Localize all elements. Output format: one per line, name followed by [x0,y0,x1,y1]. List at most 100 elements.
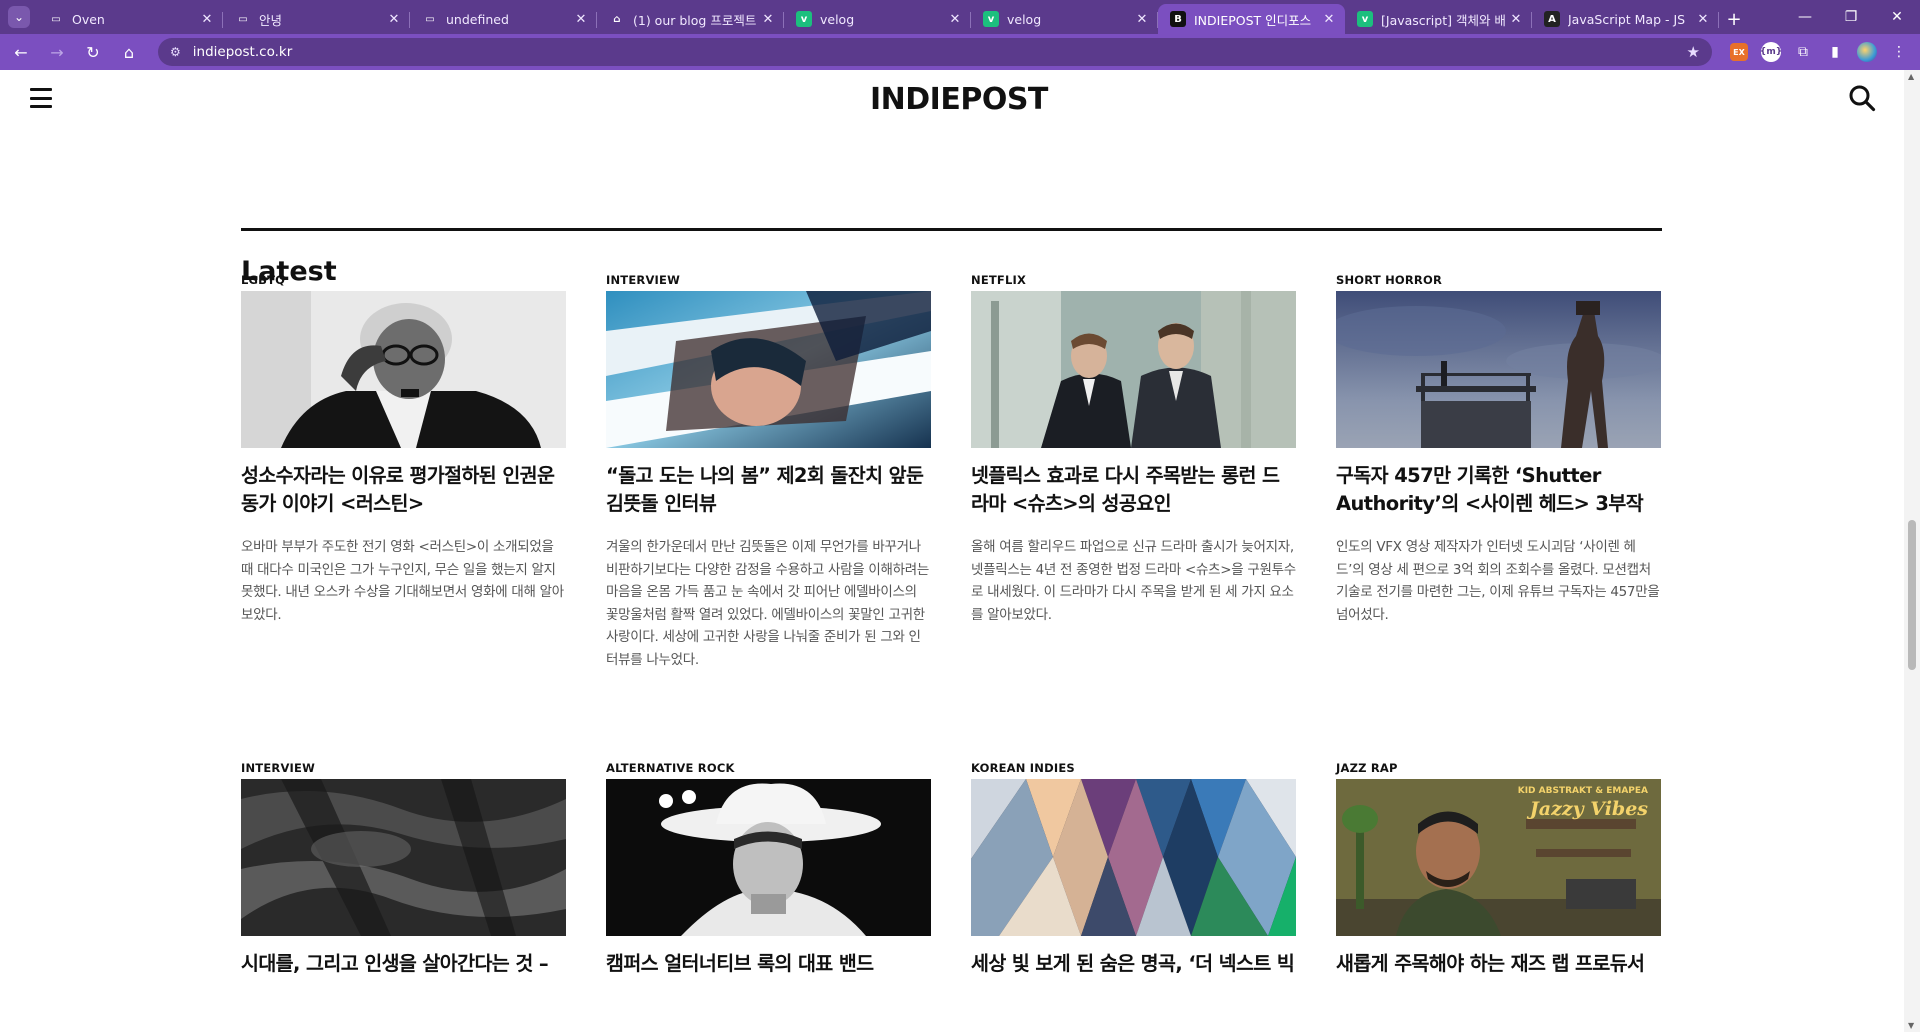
scroll-up-icon[interactable]: ▲ [1908,72,1914,81]
tab-close-icon[interactable]: ✕ [947,12,963,27]
browser-tab[interactable]: v [Javascript] 객체와 배 ✕ [1345,4,1532,34]
browser-tab[interactable]: ▭ Oven ✕ [36,4,223,34]
article-thumbnail[interactable] [1336,291,1661,448]
article-card[interactable]: ALTERNATIVE ROCK 캠퍼스 얼터너티브 록의 대표 밴드 [606,761,931,978]
tab-close-icon[interactable]: ✕ [199,12,215,27]
article-category[interactable]: SHORT HORROR [1336,273,1661,289]
article-thumbnail[interactable] [971,779,1296,936]
tab-title: undefined [446,11,509,27]
article-card[interactable]: NETFLIX 넷플릭스 효과로 다시 주목받는 롱런 드라마 <슈츠>의 성공… [971,273,1296,626]
tab-close-icon[interactable]: ✕ [1508,12,1524,27]
minimize-icon[interactable]: — [1782,0,1828,34]
article-category[interactable]: ALTERNATIVE ROCK [606,761,931,777]
browser-tab[interactable]: ⌂ (1) our blog 프로젝트 ✕ [597,4,784,34]
article-card[interactable]: JAZZ RAP KID ABSTRAKT & EMAPEA Jazzy Vib… [1336,761,1661,978]
extension-ex-icon[interactable]: EX [1724,37,1754,67]
article-category[interactable]: JAZZ RAP [1336,761,1661,777]
js-icon: A [1544,11,1560,27]
url-text[interactable]: indiepost.co.kr [193,44,1687,60]
section-divider [241,228,1662,231]
browser-tab[interactable]: ▭ 안녕 ✕ [223,4,410,34]
velog-icon: v [1357,11,1373,27]
monitor-icon: ▭ [422,11,438,27]
tab-close-icon[interactable]: ✕ [573,12,589,27]
tab-close-icon[interactable]: ✕ [1134,12,1150,27]
scroll-down-icon[interactable]: ▼ [1908,1021,1914,1030]
restore-icon[interactable]: ❐ [1828,0,1874,34]
tab-title: [Javascript] 객체와 배 [1381,12,1506,28]
article-thumbnail[interactable] [241,779,566,936]
site-logo[interactable]: INDIEPOST [870,82,1048,117]
forward-icon[interactable]: → [42,37,72,67]
article-thumbnail[interactable]: KID ABSTRAKT & EMAPEA Jazzy Vibes [1336,779,1661,936]
velog-icon: v [796,11,812,27]
tab-title: velog [1007,11,1042,27]
browser-toolbar: ← → ↻ ⌂ ⚙ indiepost.co.kr ★ EX {m} ⧉ ▮ ⋮ [0,34,1920,70]
article-description: 올해 여름 할리우드 파업으로 신규 드라마 출시가 늦어지자, 넷플릭스는 4… [971,539,1296,623]
extension-json-icon[interactable]: {m} [1756,37,1786,67]
scrollbar-thumb[interactable] [1908,520,1916,670]
article-description: 인도의 VFX 영상 제작자가 인터넷 도시괴담 ‘사이렌 헤드’의 영상 세 … [1336,539,1660,623]
article-description: 겨울의 한가운데서 만난 김뜻돌은 이제 무언가를 바꾸거나 비판하기보다는 다… [606,539,929,668]
article-title[interactable]: “돌고 도는 나의 봄” 제2회 돌잔치 앞둔 김뜻돌 인터뷰 [606,462,931,518]
site-header: INDIEPOST [0,70,1904,130]
tab-title: Oven [72,11,105,27]
browser-tab[interactable]: B INDIEPOST 인디포스 ✕ [1158,4,1345,34]
tab-close-icon[interactable]: ✕ [1321,12,1337,27]
page-scrollbar[interactable]: ▲ ▼ [1904,70,1920,1032]
search-icon[interactable] [1848,84,1876,112]
browser-tab[interactable]: A JavaScript Map - JS ✕ [1532,4,1719,34]
side-panel-icon[interactable]: ▮ [1820,37,1850,67]
article-card[interactable]: INTERVIEW “돌고 도는 나의 봄” 제2회 돌잔치 앞둔 김뜻돌 인터… [606,273,931,671]
reload-icon[interactable]: ↻ [78,37,108,67]
tab-close-icon[interactable]: ✕ [1695,12,1711,27]
tab-title: velog [820,11,855,27]
article-category[interactable]: INTERVIEW [241,761,566,777]
article-thumbnail[interactable] [606,779,931,936]
article-category[interactable]: LGBTQ [241,273,566,289]
browser-tab[interactable]: v velog ✕ [971,4,1158,34]
house-icon: ⌂ [609,11,625,27]
article-card[interactable]: INTERVIEW 시대를, 그리고 인생을 살아간다는 것 – [241,761,566,978]
browser-tab[interactable]: ▭ undefined ✕ [410,4,597,34]
article-title[interactable]: 캠퍼스 얼터너티브 록의 대표 밴드 [606,950,931,978]
article-title[interactable]: 넷플릭스 효과로 다시 주목받는 롱런 드라마 <슈츠>의 성공요인 [971,462,1296,518]
article-title[interactable]: 성소수자라는 이유로 평가절하된 인권운동가 이야기 <러스틴> [241,462,566,518]
address-bar[interactable]: ⚙ indiepost.co.kr ★ [158,38,1712,66]
article-card[interactable]: LGBTQ 성소수자라는 이유로 평가절하된 인권운동가 이야기 <러스틴> 오… [241,273,566,626]
tab-title: 안녕 [259,12,283,28]
article-title[interactable]: 세상 빛 보게 된 숨은 명곡, ‘더 넥스트 빅 [971,950,1296,978]
site-info-icon[interactable]: ⚙ [170,45,181,59]
tab-search-button[interactable]: ⌄ [8,6,30,28]
profile-avatar[interactable] [1852,37,1882,67]
article-description: 오바마 부부가 주도한 전기 영화 <러스틴>이 소개되었을 때 대다수 미국인… [241,539,564,623]
article-category[interactable]: NETFLIX [971,273,1296,289]
tab-close-icon[interactable]: ✕ [760,12,776,27]
article-thumbnail[interactable] [606,291,931,448]
extensions-puzzle-icon[interactable]: ⧉ [1788,37,1818,67]
home-icon[interactable]: ⌂ [114,37,144,67]
new-tab-button[interactable]: + [1719,4,1749,34]
browser-tab-strip: ⌄ ▭ Oven ✕ ▭ 안녕 ✕ ▭ undefined ✕ ⌂ (1) our blog 프로젝… [0,0,1920,34]
article-card[interactable]: KOREAN INDIES 세상 빛 보게 된 숨은 명곡, ‘더 넥스트 빅 [971,761,1296,978]
article-category[interactable]: KOREAN INDIES [971,761,1296,777]
article-title[interactable]: 시대를, 그리고 인생을 살아간다는 것 – [241,950,566,978]
jazzy-title-text: Jazzy Vibes [1527,798,1649,820]
article-card[interactable]: SHORT HORROR 구독자 457만 기록한 ‘Shutter Autho… [1336,273,1661,626]
menu-kebab-icon[interactable]: ⋮ [1884,37,1914,67]
monitor-icon: ▭ [48,11,64,27]
article-thumbnail[interactable] [971,291,1296,448]
article-thumbnail[interactable] [241,291,566,448]
article-title[interactable]: 새롭게 주목해야 하는 재즈 랩 프로듀서 [1336,950,1661,978]
bookmark-star-icon[interactable]: ★ [1687,43,1700,61]
browser-tab[interactable]: v velog ✕ [784,4,971,34]
hamburger-menu-icon[interactable] [30,88,52,108]
back-icon[interactable]: ← [6,37,36,67]
close-window-icon[interactable]: ✕ [1874,0,1920,34]
tab-close-icon[interactable]: ✕ [386,12,402,27]
velog-icon: v [983,11,999,27]
monitor-icon: ▭ [235,11,251,27]
article-category[interactable]: INTERVIEW [606,273,931,289]
tab-title: (1) our blog 프로젝트 [633,12,757,28]
article-title[interactable]: 구독자 457만 기록한 ‘Shutter Authority’의 <사이렌 헤… [1336,462,1661,518]
